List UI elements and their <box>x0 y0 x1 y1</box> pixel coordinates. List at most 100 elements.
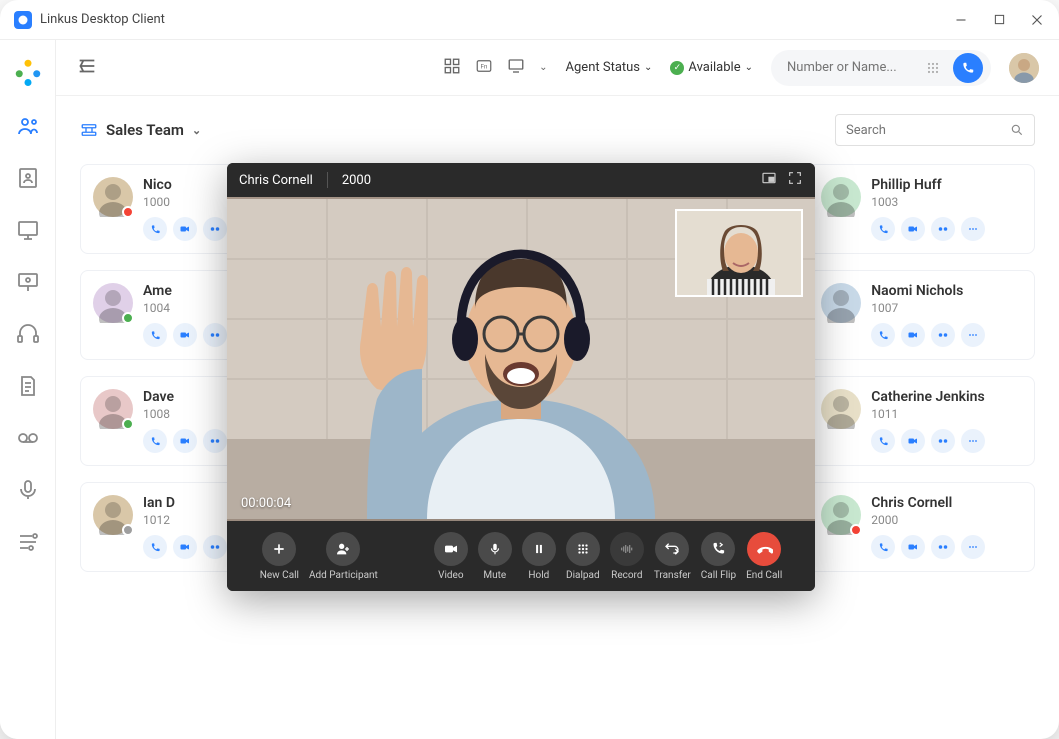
sidebar-mic-icon[interactable] <box>16 478 40 502</box>
display-icon[interactable] <box>507 57 525 79</box>
contact-avatar <box>93 177 133 217</box>
hold-button[interactable]: Hold <box>522 532 556 581</box>
pip-toggle-icon[interactable] <box>761 170 777 190</box>
contact-more-button[interactable] <box>961 323 985 347</box>
contact-card[interactable]: Chris Cornell 2000 <box>808 482 1035 572</box>
topbar-icons: Fn ⌄ <box>443 57 547 79</box>
contact-call-button[interactable] <box>871 217 895 241</box>
dialpad-button[interactable]: Dialpad <box>566 532 600 581</box>
global-search[interactable] <box>771 50 991 86</box>
contact-name: Phillip Huff <box>871 177 1022 193</box>
svg-text:Fn: Fn <box>481 63 488 70</box>
add-participant-button[interactable]: Add Participant <box>309 532 378 581</box>
sidebar-contacts-icon[interactable] <box>16 114 40 138</box>
contact-card[interactable]: Phillip Huff 1003 <box>808 164 1035 254</box>
contact-call-button[interactable] <box>871 323 895 347</box>
contact-avatar <box>93 389 133 429</box>
contact-avatar <box>821 283 861 323</box>
contact-call-button[interactable] <box>143 217 167 241</box>
chevron-down-icon: ⌄ <box>192 124 201 137</box>
sidebar-headset-icon[interactable] <box>16 322 40 346</box>
team-search-input[interactable] <box>846 123 1002 138</box>
global-search-input[interactable] <box>787 60 917 75</box>
contact-chat-button[interactable] <box>931 217 955 241</box>
record-button[interactable]: Record <box>610 532 644 581</box>
contact-video-button[interactable] <box>901 323 925 347</box>
status-indicator <box>122 418 134 430</box>
contact-video-button[interactable] <box>173 323 197 347</box>
team-selector[interactable]: Sales Team ⌄ <box>80 121 201 139</box>
contact-call-button[interactable] <box>871 429 895 453</box>
contact-more-button[interactable] <box>961 217 985 241</box>
contact-chat-button[interactable] <box>203 429 227 453</box>
sidebar-notes-icon[interactable] <box>16 374 40 398</box>
contact-chat-button[interactable] <box>203 217 227 241</box>
agent-status-dropdown[interactable]: Agent Status ⌄ <box>566 60 653 75</box>
status-indicator <box>122 206 134 218</box>
contact-avatar <box>821 389 861 429</box>
team-search[interactable] <box>835 114 1035 146</box>
contact-chat-button[interactable] <box>931 429 955 453</box>
availability-dropdown[interactable]: ✓ Available ⌄ <box>670 60 753 75</box>
contact-chat-button[interactable] <box>203 323 227 347</box>
video-call-controls: New Call Add Participant Video Mute Hold… <box>227 521 815 591</box>
contact-video-button[interactable] <box>901 429 925 453</box>
topbar: Fn ⌄ Agent Status ⌄ ✓ Available ⌄ <box>56 40 1059 96</box>
video-self-view[interactable] <box>675 209 803 297</box>
fn-icon[interactable]: Fn <box>475 57 493 79</box>
mute-button[interactable]: Mute <box>478 532 512 581</box>
contact-avatar <box>821 177 861 217</box>
contact-video-button[interactable] <box>901 217 925 241</box>
contact-chat-button[interactable] <box>203 535 227 559</box>
search-icon <box>1010 123 1024 137</box>
call-flip-button[interactable]: Call Flip <box>701 532 736 581</box>
contact-call-button[interactable] <box>871 535 895 559</box>
menu-toggle-icon[interactable] <box>76 55 98 81</box>
contact-name: Chris Cornell <box>871 495 1022 511</box>
dialpad-icon[interactable] <box>925 60 945 76</box>
sidebar-settings-icon[interactable] <box>16 530 40 554</box>
contact-video-button[interactable] <box>173 429 197 453</box>
contact-avatar <box>93 283 133 323</box>
contact-more-button[interactable] <box>961 429 985 453</box>
chevron-down-icon[interactable]: ⌄ <box>539 62 547 73</box>
contact-extension: 1003 <box>871 195 1022 209</box>
contact-extension: 2000 <box>871 513 1022 527</box>
contact-call-button[interactable] <box>143 535 167 559</box>
new-call-button[interactable]: New Call <box>260 532 299 581</box>
contact-video-button[interactable] <box>173 217 197 241</box>
contact-call-button[interactable] <box>143 323 167 347</box>
contact-video-button[interactable] <box>901 535 925 559</box>
contact-chat-button[interactable] <box>931 323 955 347</box>
fullscreen-icon[interactable] <box>787 170 803 190</box>
contact-extension: 1007 <box>871 301 1022 315</box>
status-indicator <box>122 312 134 324</box>
chevron-down-icon: ⌄ <box>745 62 753 73</box>
minimize-button[interactable] <box>953 12 969 28</box>
sidebar-monitor-icon[interactable] <box>16 218 40 242</box>
window-controls <box>953 12 1045 28</box>
contact-chat-button[interactable] <box>931 535 955 559</box>
contact-call-button[interactable] <box>143 429 167 453</box>
contact-card[interactable]: Naomi Nichols 1007 <box>808 270 1035 360</box>
video-toggle-button[interactable]: Video <box>434 532 468 581</box>
call-peer-name: Chris Cornell <box>239 173 313 188</box>
qr-icon[interactable] <box>443 57 461 79</box>
close-button[interactable] <box>1029 12 1045 28</box>
contact-extension: 1011 <box>871 407 1022 421</box>
transfer-button[interactable]: Transfer <box>654 532 691 581</box>
contact-more-button[interactable] <box>961 535 985 559</box>
sidebar-directory-icon[interactable] <box>16 166 40 190</box>
contact-name: Catherine Jenkins <box>871 389 1022 405</box>
contact-video-button[interactable] <box>173 535 197 559</box>
available-status-icon: ✓ <box>670 61 684 75</box>
sidebar-presentation-icon[interactable] <box>16 270 40 294</box>
maximize-button[interactable] <box>991 12 1007 28</box>
agent-status-label: Agent Status <box>566 60 641 75</box>
end-call-button[interactable]: End Call <box>746 532 782 581</box>
contact-avatar <box>821 495 861 535</box>
user-avatar[interactable] <box>1009 53 1039 83</box>
sidebar-voicemail-icon[interactable] <box>16 426 40 450</box>
dial-button[interactable] <box>953 53 983 83</box>
contact-card[interactable]: Catherine Jenkins 1011 <box>808 376 1035 466</box>
